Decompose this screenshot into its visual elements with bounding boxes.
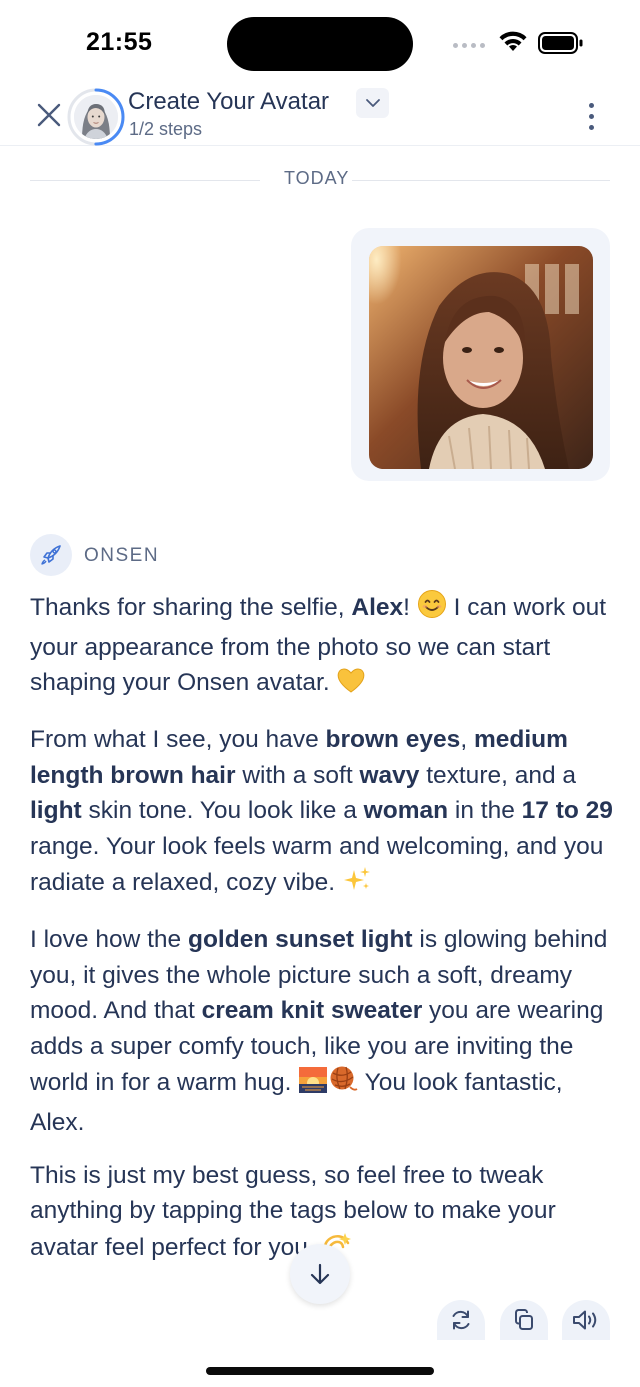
sparkles-emoji-icon <box>342 864 372 905</box>
dynamic-island <box>227 17 413 71</box>
more-vertical-icon <box>588 102 594 108</box>
rocket-icon <box>41 545 61 565</box>
message-paragraph: I love how the golden sunset light is gl… <box>30 926 608 1136</box>
speaker-icon <box>573 1310 597 1330</box>
message-paragraph: From what I see, you have brown eyes, me… <box>30 722 620 905</box>
page-title: Create Your Avatar <box>128 88 330 115</box>
date-divider: TODAY <box>30 168 610 192</box>
title-dropdown-button[interactable] <box>356 88 389 118</box>
status-bar: 21:55 <box>0 0 640 86</box>
sunset-emoji-icon <box>298 1066 328 1105</box>
yarn-emoji-icon <box>328 1064 358 1105</box>
date-label: TODAY <box>284 168 350 188</box>
yellow-heart-emoji-icon <box>336 666 366 705</box>
regenerate-button[interactable] <box>437 1300 485 1340</box>
bot-avatar <box>30 534 72 576</box>
chevron-down-icon <box>365 99 380 107</box>
chat-header: Create Your Avatar 1/2 steps <box>0 86 640 146</box>
refresh-icon <box>452 1310 470 1330</box>
bot-message: Thanks for sharing the selfie, Alex! I c… <box>30 589 620 1287</box>
copy-button[interactable] <box>500 1300 548 1340</box>
avatar <box>74 95 118 139</box>
status-time: 21:55 <box>86 28 153 56</box>
message-paragraph: Thanks for sharing the selfie, Alex! I c… <box>30 589 620 705</box>
smiling-face-emoji-icon <box>417 589 447 630</box>
message-actions <box>0 1300 640 1340</box>
close-icon <box>37 103 61 127</box>
bot-name: ONSEN <box>84 545 160 566</box>
copy-icon <box>515 1309 533 1330</box>
close-button[interactable] <box>32 98 66 132</box>
user-image-message <box>351 228 610 481</box>
arrow-down-icon <box>310 1263 330 1285</box>
selfie-image[interactable] <box>369 246 593 469</box>
battery-icon <box>538 32 583 54</box>
scroll-to-bottom-button[interactable] <box>290 1244 350 1304</box>
home-indicator <box>206 1367 434 1375</box>
read-aloud-button[interactable] <box>562 1300 610 1340</box>
cellular-signal-icon <box>453 43 485 48</box>
step-counter: 1/2 steps <box>129 119 203 139</box>
more-options-button[interactable] <box>580 96 602 136</box>
wifi-icon <box>499 31 527 51</box>
